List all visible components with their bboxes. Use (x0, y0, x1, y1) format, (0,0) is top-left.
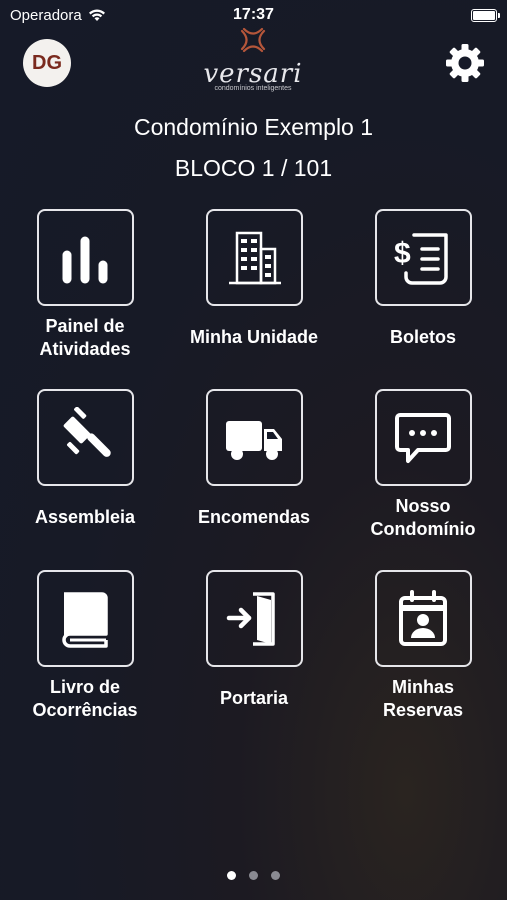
building-icon (229, 231, 281, 284)
app-logo: versari condomínios inteligentes (203, 25, 303, 100)
book-icon (62, 591, 108, 648)
gear-icon[interactable] (444, 42, 486, 84)
menu-label: Portaria (219, 688, 289, 708)
avatar[interactable]: DG (23, 39, 71, 87)
logo-wordmark: versari (203, 59, 303, 89)
menu-label: Encomendas (197, 507, 311, 527)
menu-label: Livro de Ocorrências (32, 677, 138, 720)
carrier-label: Operadora (10, 6, 82, 24)
menu-my-reservations[interactable]: Minhas Reservas (358, 570, 488, 722)
gavel-icon (63, 406, 111, 457)
page-indicator[interactable] (0, 871, 507, 880)
condo-name[interactable]: Condomínio Exemplo 1 (0, 114, 507, 141)
menu-label: Minha Unidade (189, 327, 318, 347)
invoice-icon: $ (394, 232, 448, 285)
logo-tagline: condomínios inteligentes (214, 85, 292, 92)
menu-deliveries[interactable]: Encomendas (189, 389, 319, 529)
logo-mark-icon (240, 27, 266, 53)
chat-icon (395, 412, 451, 463)
bar-chart-icon (62, 236, 108, 283)
page-dot-2[interactable] (249, 871, 258, 880)
wifi-icon (88, 9, 105, 21)
unit-name[interactable]: BLOCO 1 / 101 (0, 155, 507, 182)
menu-label: Assembleia (34, 507, 136, 527)
page-dot-1[interactable] (227, 871, 236, 880)
menu-occurrence-book[interactable]: Livro de Ocorrências (20, 570, 150, 722)
menu-label: Nosso Condomínio (370, 496, 476, 539)
page-dot-3[interactable] (271, 871, 280, 880)
menu-activity-panel[interactable]: Painel de Atividades (20, 209, 150, 361)
calendar-person-icon (399, 589, 447, 646)
menu-invoices[interactable]: $ Boletos (358, 209, 488, 349)
menu-label: Boletos (389, 327, 456, 347)
menu-label: Minhas Reservas (382, 677, 464, 720)
svg-text:$: $ (394, 237, 411, 270)
menu-my-unit[interactable]: Minha Unidade (189, 209, 319, 349)
menu-our-condo[interactable]: Nosso Condomínio (358, 389, 488, 541)
menu-label: Painel de Atividades (39, 316, 131, 359)
door-enter-icon (226, 591, 275, 646)
battery-icon (471, 8, 500, 22)
truck-icon (226, 420, 282, 460)
menu-concierge[interactable]: Portaria (189, 570, 319, 710)
menu-assembly[interactable]: Assembleia (20, 389, 150, 529)
